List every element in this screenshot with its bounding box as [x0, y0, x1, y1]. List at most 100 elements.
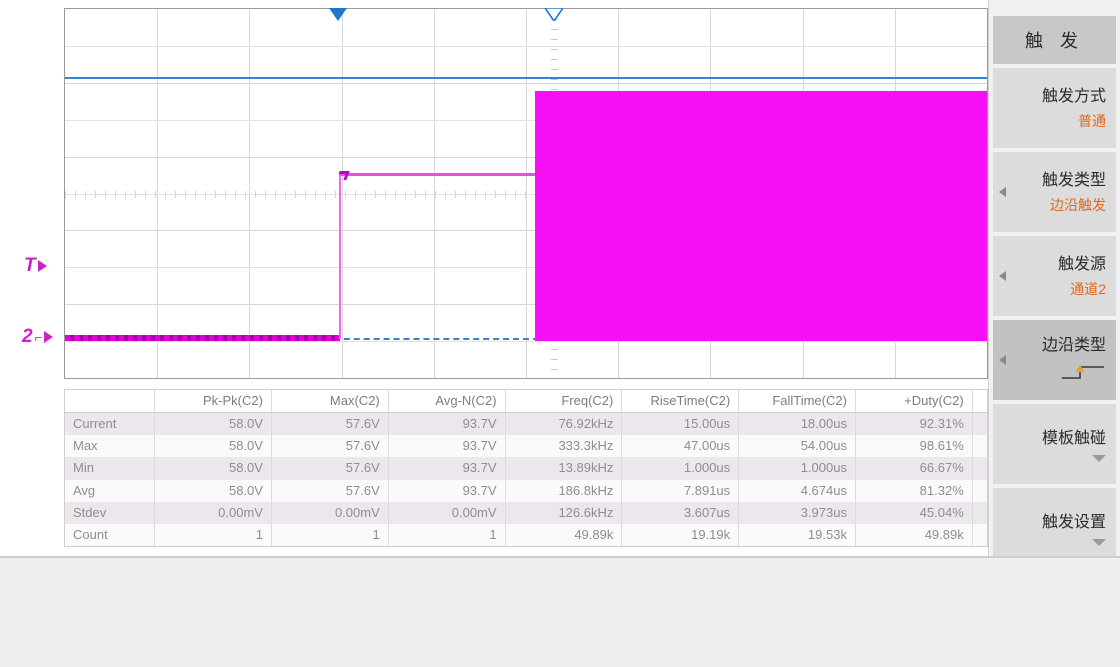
menu-item-value: 普通: [1078, 111, 1106, 132]
table-cell: 0.00mV: [155, 502, 272, 524]
table-cell: 57.6V: [271, 457, 388, 479]
menu-item-list[interactable]: 触发方式普通触发类型边沿触发触发源通道2 边沿类型模板触碰触发设置: [989, 68, 1120, 568]
table-cell: 0.00mV: [271, 502, 388, 524]
menu-title: 触 发: [993, 16, 1116, 64]
table-cell: 1: [155, 524, 272, 546]
table-cell: 57.6V: [271, 480, 388, 502]
table-cell: 4.674us: [739, 480, 856, 502]
table-cell: 54.00us: [739, 435, 856, 457]
table-cell: [972, 480, 988, 502]
channel2-ground-marker[interactable]: 2 ⌐: [22, 326, 53, 348]
caret-left-icon: [999, 271, 1006, 281]
menu-item-label: 边沿类型: [1042, 336, 1106, 356]
measurement-table[interactable]: Pk-Pk(C2)Max(C2)Avg-N(C2)Freq(C2)RiseTim…: [64, 389, 988, 547]
arrow-right-icon: [44, 331, 53, 343]
channel1-reference-line: [65, 77, 987, 79]
table-cell: 333.3kHz: [505, 435, 622, 457]
trigger-level-marker-label: T: [24, 255, 36, 277]
channel2-marker-label: 2: [22, 326, 33, 348]
table-cell: 18.00us: [739, 413, 856, 436]
table-row[interactable]: Stdev0.00mV0.00mV0.00mV126.6kHz3.607us3.…: [65, 502, 988, 524]
table-cell: 58.0V: [155, 413, 272, 436]
table-cell: 1: [388, 524, 505, 546]
menu-item-1[interactable]: 触发方式普通: [993, 68, 1116, 148]
table-cell: 15.00us: [622, 413, 739, 436]
table-row[interactable]: Avg58.0V57.6V93.7V186.8kHz7.891us4.674us…: [65, 480, 988, 502]
ch2-waveform-glitch: [336, 171, 349, 180]
ground-symbol-icon: ⌐: [35, 331, 43, 344]
trigger-position-marker[interactable]: [329, 8, 347, 21]
table-cell: 57.6V: [271, 413, 388, 436]
caret-left-icon: [999, 187, 1006, 197]
table-row-label: Avg: [65, 480, 155, 502]
table-column-header: Avg-N(C2): [388, 390, 505, 413]
table-cell: 76.92kHz: [505, 413, 622, 436]
ch2-waveform-rising-edge: [339, 173, 341, 339]
menu-item-label: 触发设置: [1042, 513, 1106, 533]
rising-edge-icon: [1060, 362, 1106, 387]
table-cell: 0.00mV: [388, 502, 505, 524]
table-cell: 92.31%: [855, 413, 972, 436]
table-cell: 3.973us: [739, 502, 856, 524]
table-cell: 49.89k: [505, 524, 622, 546]
table-cell: 186.8kHz: [505, 480, 622, 502]
caret-left-icon: [999, 355, 1006, 365]
table-cell: 45.04%: [855, 502, 972, 524]
chevron-down-icon: [1092, 539, 1106, 546]
menu-item-2[interactable]: 触发类型边沿触发: [993, 152, 1116, 232]
menu-item-label: 触发源: [1058, 255, 1106, 275]
table-cell: 3.607us: [622, 502, 739, 524]
table-cell: 93.7V: [388, 457, 505, 479]
status-bar: ZLG R 1 - - - - - Closed - - -:- 2 10.0V…: [0, 556, 1120, 667]
table-column-header: Pk-Pk(C2): [155, 390, 272, 413]
table-cell: 1.000us: [622, 457, 739, 479]
trigger-level-marker[interactable]: T: [24, 255, 47, 277]
table-row-label: Max: [65, 435, 155, 457]
table-cell: 58.0V: [155, 457, 272, 479]
table-cell: 1.000us: [739, 457, 856, 479]
table-cell: 19.19k: [622, 524, 739, 546]
table-cell: 49.89k: [855, 524, 972, 546]
table-cell: [972, 524, 988, 546]
menu-item-4[interactable]: 边沿类型: [993, 320, 1116, 400]
table-cell: 98.61%: [855, 435, 972, 457]
time-reference-marker[interactable]: [545, 8, 563, 21]
table-cell: [972, 502, 988, 524]
table-cell: 7.891us: [622, 480, 739, 502]
table-cell: 58.0V: [155, 435, 272, 457]
table-cell: 57.6V: [271, 435, 388, 457]
grid-hline: [65, 83, 987, 84]
table-cell: [972, 435, 988, 457]
table-cell: 66.67%: [855, 457, 972, 479]
menu-item-value: 通道2: [1070, 279, 1106, 300]
table-row[interactable]: Max58.0V57.6V93.7V333.3kHz47.00us54.00us…: [65, 435, 988, 457]
ch2-waveform-low-segment: [65, 335, 340, 341]
table-cell: 93.7V: [388, 480, 505, 502]
grid-hline: [65, 341, 987, 342]
table-cell: 58.0V: [155, 480, 272, 502]
table-cell: 47.00us: [622, 435, 739, 457]
table-cell: 93.7V: [388, 413, 505, 436]
table-header-row: Pk-Pk(C2)Max(C2)Avg-N(C2)Freq(C2)RiseTim…: [65, 390, 988, 413]
trigger-menu-panel[interactable]: 触 发 触发方式普通触发类型边沿触发触发源通道2 边沿类型模板触碰触发设置: [988, 0, 1120, 556]
menu-item-5[interactable]: 模板触碰: [993, 404, 1116, 484]
scope-screen: T 2 ⌐ Pk-Pk(C2)Max(C2)Avg-N(C2)Freq(C2)R…: [0, 0, 1120, 556]
menu-item-value: 边沿触发: [1050, 195, 1106, 216]
grid-hline: [65, 46, 987, 47]
table-column-header: [65, 390, 155, 413]
chevron-down-icon: [1092, 455, 1106, 462]
table-row[interactable]: Count11149.89k19.19k19.53k49.89k: [65, 524, 988, 546]
ch2-waveform-mid-level: [340, 173, 536, 176]
menu-item-3[interactable]: 触发源通道2: [993, 236, 1116, 316]
menu-item-label: 触发方式: [1042, 87, 1106, 107]
table-cell: 19.53k: [739, 524, 856, 546]
table-column-header: RiseTime(C2): [622, 390, 739, 413]
waveform-plot[interactable]: [64, 8, 988, 379]
table-column-header: Max(C2): [271, 390, 388, 413]
table-column-header: Freq(C2): [505, 390, 622, 413]
table-cell: 13.89kHz: [505, 457, 622, 479]
table-cell: [972, 413, 988, 436]
table-row-label: Current: [65, 413, 155, 436]
table-row[interactable]: Min58.0V57.6V93.7V13.89kHz1.000us1.000us…: [65, 457, 988, 479]
table-row[interactable]: Current58.0V57.6V93.7V76.92kHz15.00us18.…: [65, 413, 988, 436]
